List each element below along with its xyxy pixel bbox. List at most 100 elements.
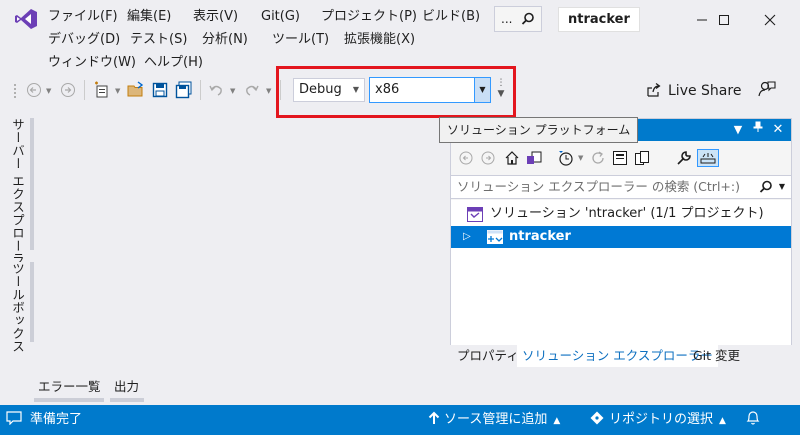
new-dropdown-icon[interactable]: ▼ <box>115 87 120 95</box>
redo-dropdown-icon[interactable]: ▼ <box>266 87 271 95</box>
window-position-icon[interactable]: ▼ <box>729 119 747 141</box>
undo-dropdown-icon[interactable]: ▼ <box>230 87 235 95</box>
toolbar-grip[interactable] <box>14 84 17 98</box>
navigate-back-button[interactable] <box>24 80 44 100</box>
solution-explorer-search-input[interactable]: ソリューション エクスプローラー の検索 (Ctrl+:) ▼ <box>451 175 791 199</box>
pending-changes-filter-button[interactable] <box>557 149 575 167</box>
project-icon <box>487 230 503 244</box>
tree-row-project[interactable]: ▷ ntracker <box>451 226 791 248</box>
properties-button[interactable] <box>675 149 693 167</box>
menu-test[interactable]: テスト(S) <box>130 30 187 50</box>
open-file-button[interactable] <box>126 80 146 100</box>
tab-toolbox[interactable]: ツールボックス <box>8 262 30 353</box>
search-button[interactable]: ... <box>494 6 542 32</box>
menu-build[interactable]: ビルド(B) <box>422 7 480 27</box>
solution-explorer-toolbar: ▼ <box>451 143 791 173</box>
configuration-value: Debug <box>299 82 342 97</box>
new-project-button[interactable] <box>92 80 112 100</box>
select-repository-button[interactable]: リポジトリの選択 ▲ <box>590 405 726 435</box>
status-ready: 準備完了 <box>30 412 83 427</box>
tab-indicator <box>34 398 104 402</box>
tab-error-list[interactable]: エラー一覧 <box>34 376 105 398</box>
undo-button[interactable] <box>206 80 226 100</box>
toolbar-separator <box>84 80 85 100</box>
show-all-files-button[interactable] <box>633 149 651 167</box>
platform-tooltip: ソリューション プラットフォーム <box>439 117 639 143</box>
tree-row-solution[interactable]: ソリューション 'ntracker' (1/1 プロジェクト) <box>451 203 791 225</box>
menu-git[interactable]: Git(G) <box>261 7 300 27</box>
navigate-forward-button[interactable] <box>58 80 78 100</box>
bell-icon <box>746 411 760 425</box>
save-all-button[interactable] <box>174 80 194 100</box>
search-placeholder: ソリューション エクスプローラー の検索 (Ctrl+:) <box>457 179 740 194</box>
solution-configuration-combo[interactable]: Debug ▼ <box>293 78 365 102</box>
search-icon <box>521 12 534 25</box>
back-arrow-icon <box>27 83 41 97</box>
chevron-up-icon: ▲ <box>553 416 561 426</box>
feedback-button[interactable] <box>758 80 778 100</box>
menu-help[interactable]: ヘルプ(H) <box>144 53 203 73</box>
search-options-icon[interactable]: ▼ <box>779 176 785 198</box>
redo-icon <box>246 85 259 96</box>
tab-output[interactable]: 出力 <box>110 376 143 398</box>
git-repo-icon <box>590 411 604 425</box>
toolbar-overflow-button[interactable]: ⋮ ▼ <box>496 78 506 102</box>
tab-server-explorer[interactable]: サーバー エクスプローラー <box>8 118 30 278</box>
home-button[interactable] <box>503 149 521 167</box>
refresh-icon <box>592 151 604 164</box>
filter-dropdown-icon[interactable]: ▼ <box>578 154 583 162</box>
back-arrow-icon <box>459 151 473 165</box>
repository-label: リポジトリの選択 <box>609 412 714 427</box>
live-share-label: Live Share <box>668 83 742 99</box>
tab-properties[interactable]: プロパティ <box>452 345 524 367</box>
open-folder-icon <box>127 81 144 97</box>
menu-window[interactable]: ウィンドウ(W) <box>48 53 136 73</box>
forward-button[interactable] <box>479 149 497 167</box>
menu-file[interactable]: ファイル(F) <box>48 7 118 27</box>
maximize-button[interactable] <box>702 0 746 40</box>
preview-icon <box>700 153 716 164</box>
notifications-button[interactable] <box>746 405 760 435</box>
undo-icon <box>209 85 222 96</box>
live-share-button[interactable]: Live Share <box>646 80 741 102</box>
save-icon <box>152 82 168 98</box>
menu-view[interactable]: 表示(V) <box>193 7 238 27</box>
collapse-all-button[interactable] <box>611 149 629 167</box>
back-button[interactable] <box>457 149 475 167</box>
pin-icon[interactable] <box>749 119 767 141</box>
wrench-icon <box>677 151 691 165</box>
tab-git-changes[interactable]: Git 変更 <box>688 345 745 367</box>
clock-icon <box>559 151 573 166</box>
solution-name-badge: ntracker <box>558 7 640 32</box>
menu-analyze[interactable]: 分析(N) <box>202 30 248 50</box>
chevron-down-icon[interactable]: ▼ <box>474 78 490 102</box>
show-all-files-icon <box>635 151 649 165</box>
sync-button[interactable] <box>589 149 607 167</box>
notification-area[interactable] <box>6 405 22 435</box>
source-control-label: ソース管理に追加 <box>444 412 548 427</box>
menu-extensions[interactable]: 拡張機能(X) <box>344 30 415 50</box>
preview-selected-items-button[interactable] <box>697 149 719 167</box>
switch-views-button[interactable] <box>525 149 543 167</box>
expand-icon[interactable]: ▷ <box>463 226 471 248</box>
close-pane-icon[interactable]: ✕ <box>769 119 787 141</box>
add-to-source-control-button[interactable]: ソース管理に追加 ▲ <box>428 405 560 435</box>
menu-debug[interactable]: デバッグ(D) <box>48 30 120 50</box>
close-icon <box>764 14 776 26</box>
close-button[interactable] <box>748 0 792 40</box>
solution-node-label: ソリューション 'ntracker' (1/1 プロジェクト) <box>490 206 764 221</box>
redo-button[interactable] <box>242 80 262 100</box>
server-explorer-label: サーバー エクスプローラー <box>10 118 25 279</box>
tab-indicator <box>110 398 144 402</box>
chevron-up-icon: ▲ <box>719 416 726 426</box>
platform-value: x86 <box>375 82 400 97</box>
menu-project[interactable]: プロジェクト(P) <box>321 7 417 27</box>
feedback-icon <box>758 81 776 97</box>
menu-tools[interactable]: ツール(T) <box>272 30 329 50</box>
back-dropdown-icon[interactable]: ▼ <box>46 87 51 95</box>
save-button[interactable] <box>150 80 170 100</box>
chevron-down-icon: ▼ <box>352 85 359 94</box>
solution-platform-combo[interactable]: x86 ▼ <box>369 77 491 103</box>
menu-edit[interactable]: 編集(E) <box>127 7 171 27</box>
toolbar-separator <box>200 80 201 100</box>
